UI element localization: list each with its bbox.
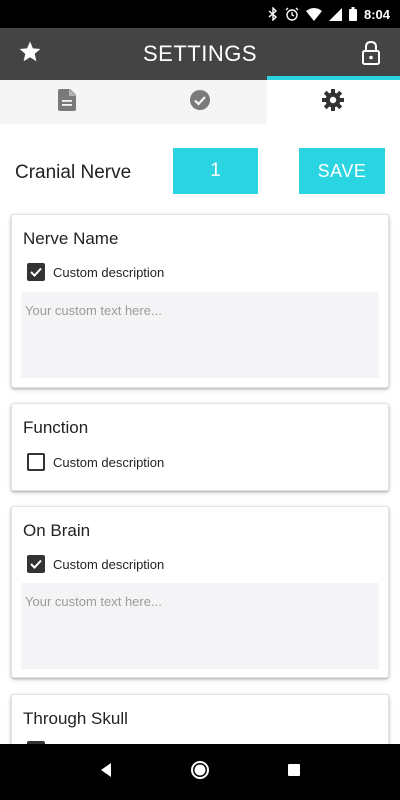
recents-icon[interactable] <box>287 763 301 782</box>
status-time: 8:04 <box>363 6 390 22</box>
tab-bar <box>0 76 400 124</box>
custom-text-field[interactable] <box>21 292 379 378</box>
tab-settings[interactable] <box>266 76 400 124</box>
checkbox-label: Custom description <box>53 264 165 280</box>
checkbox-label: Custom description <box>53 556 165 572</box>
custom-text-field[interactable] <box>21 583 379 669</box>
wifi-icon <box>305 7 322 21</box>
system-nav-bar <box>0 744 400 800</box>
alarm-icon <box>285 7 299 21</box>
nerve-number-field[interactable]: 1 <box>173 148 258 194</box>
card-title: Through Skull <box>23 709 128 728</box>
card-nerve-name: Nerve Name Custom description <box>11 214 389 388</box>
battery-icon <box>348 7 357 21</box>
page-title: SETTINGS <box>142 41 257 66</box>
tab-check[interactable] <box>133 80 266 124</box>
checkbox-unchecked[interactable] <box>27 453 45 471</box>
card-title: Nerve Name <box>23 229 119 248</box>
status-bar: 8:04 <box>0 0 400 28</box>
document-icon <box>57 88 76 116</box>
checkbox-checked[interactable] <box>27 555 45 573</box>
bluetooth-icon <box>268 7 278 21</box>
custom-description-checkbox-row[interactable]: Custom description <box>27 263 164 281</box>
app-bar: SETTINGS <box>0 28 400 80</box>
star-icon[interactable] <box>18 40 42 64</box>
custom-description-checkbox-row[interactable]: Custom description <box>27 453 164 471</box>
checkbox-checked[interactable] <box>27 263 45 281</box>
nerve-selector-row: Cranial Nerve 1 SAVE <box>0 148 400 196</box>
save-button[interactable]: SAVE <box>299 148 385 194</box>
card-function: Function Custom description <box>11 403 389 491</box>
card-title: Function <box>23 418 89 437</box>
back-icon[interactable] <box>99 762 113 783</box>
card-on-brain: On Brain Custom description <box>11 506 389 678</box>
card-title: On Brain <box>23 521 91 540</box>
tab-documents[interactable] <box>0 80 133 124</box>
gear-icon <box>322 88 345 116</box>
checkbox-label: Custom description <box>53 454 165 470</box>
signal-icon <box>328 7 342 21</box>
custom-description-checkbox-row[interactable]: Custom description <box>27 555 164 573</box>
home-icon[interactable] <box>190 760 210 785</box>
lock-icon[interactable] <box>360 40 382 66</box>
check-circle-icon <box>189 89 211 116</box>
cranial-nerve-label: Cranial Nerve <box>15 162 132 183</box>
